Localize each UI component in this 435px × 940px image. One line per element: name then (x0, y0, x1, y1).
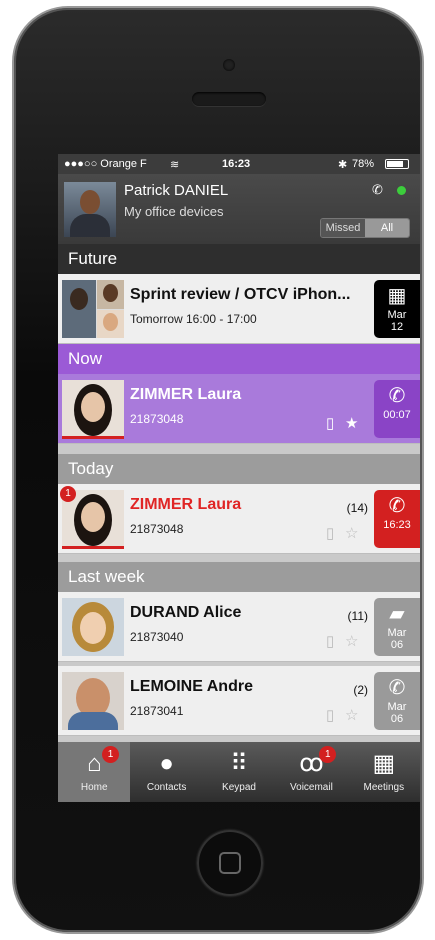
phone-icon: ✆ (388, 385, 406, 407)
contact-number: 21873048 (130, 522, 184, 536)
mobile-icon: ▯ (326, 633, 335, 650)
contact-number: 21873048 (130, 412, 184, 426)
voicemail-icon: ꝏ (299, 750, 324, 777)
filter-toggle: Missed All (320, 218, 410, 238)
contact-name: ZIMMER Laura (130, 386, 242, 403)
call-time: 16:23 (383, 519, 411, 531)
badge-month: Mar (387, 627, 407, 639)
call-history-badge[interactable]: ✆ Mar 06 (374, 672, 420, 730)
phone-status-icon: ✆ (372, 182, 383, 197)
favorite-star-icon[interactable]: ☆ (345, 706, 358, 724)
call-duration: 00:07 (383, 409, 411, 421)
avatar[interactable] (64, 182, 116, 237)
missed-call-row[interactable]: 1 ZIMMER Laura 21873048 (14) ▯ ☆ ✆ 16:23 (58, 484, 420, 554)
favorite-star-icon[interactable]: ☆ (345, 524, 358, 542)
battery-icon (385, 159, 409, 169)
battery-percent: 78% (352, 158, 375, 170)
tab-label: Keypad (222, 782, 256, 793)
favorite-star-icon[interactable]: ★ (345, 414, 358, 432)
contact-name: DURAND Alice (130, 604, 242, 621)
front-camera (223, 59, 235, 71)
section-last-week: Last week (58, 562, 420, 592)
tab-meetings[interactable]: ▦ Meetings (348, 742, 420, 802)
tab-contacts[interactable]: ● Contacts (130, 742, 202, 802)
tab-home[interactable]: ⌂ 1 Home (58, 742, 131, 802)
phone-frame: ●●●○○ Orange F ≋ 16:23 ✱ 78% Patrick DAN… (14, 8, 422, 932)
device-subtitle[interactable]: My office devices (124, 204, 223, 219)
status-stripe (62, 546, 124, 549)
home-button[interactable] (197, 830, 263, 896)
contact-photo (62, 672, 124, 730)
tab-keypad[interactable]: ⠿ Keypad (203, 742, 275, 802)
history-row[interactable]: DURAND Alice 21873040 (11) ▯ ☆ ▰ Mar 06 (58, 592, 420, 662)
calendar-badge[interactable]: ▦ Mar 12 (374, 280, 420, 338)
missed-call-badge[interactable]: ✆ 16:23 (374, 490, 420, 548)
status-bar: ●●●○○ Orange F ≋ 16:23 ✱ 78% (58, 154, 420, 174)
chat-bubble-icon: ▰ (389, 603, 405, 625)
section-today: Today (58, 454, 420, 484)
active-call-row[interactable]: ZIMMER Laura 21873048 ▯ ★ ✆ 00:07 (58, 374, 420, 444)
message-badge[interactable]: ▰ Mar 06 (374, 598, 420, 656)
call-duration-badge[interactable]: ✆ 00:07 (374, 380, 420, 438)
contact-number: 21873040 (130, 630, 184, 644)
wifi-icon: ≋ (170, 159, 180, 171)
section-now: Now (58, 344, 420, 374)
phone-icon: ✆ (388, 495, 406, 517)
call-count: (11) (347, 609, 368, 623)
person-icon: ● (159, 750, 174, 777)
tab-label: Contacts (146, 782, 187, 793)
tab-label: Meetings (363, 782, 405, 793)
bluetooth-icon: ✱ (338, 159, 348, 171)
badge-day: 06 (390, 713, 404, 725)
earpiece-speaker (192, 92, 266, 106)
section-future: Future (58, 244, 420, 274)
user-header: Patrick DANIEL My office devices ✆ Misse… (58, 174, 420, 244)
clock: 16:23 (222, 158, 251, 170)
mobile-icon: ▯ (326, 525, 335, 542)
meeting-participants-thumb (62, 280, 124, 338)
favorite-star-icon[interactable]: ☆ (345, 632, 358, 650)
meeting-row[interactable]: Sprint review / OTCV iPhon... Tomorrow 1… (58, 274, 420, 344)
tab-voicemail[interactable]: ꝏ 1 Voicemail (275, 742, 347, 802)
unread-count-badge: 1 (60, 486, 76, 502)
history-row[interactable]: LEMOINE Andre 21873041 (2) ▯ ☆ ✆ Mar 06 (58, 666, 420, 736)
home-notification-badge: 1 (102, 746, 119, 763)
filter-missed-button[interactable]: Missed (321, 219, 365, 237)
app-screen: ●●●○○ Orange F ≋ 16:23 ✱ 78% Patrick DAN… (58, 154, 420, 802)
calendar-month: Mar (387, 309, 407, 321)
contact-photo (62, 598, 124, 656)
tab-bar: ⌂ 1 Home ● Contacts ⠿ Keypad ꝏ 1 Voicema… (58, 742, 420, 802)
calendar-icon: ▦ (372, 750, 396, 777)
contact-name: ZIMMER Laura (130, 496, 242, 513)
calendar-icon: ▦ (387, 285, 407, 307)
phone-icon: ✆ (388, 677, 406, 699)
keypad-icon: ⠿ (230, 750, 248, 777)
calendar-day: 12 (390, 321, 404, 333)
tab-label: Home (80, 782, 108, 793)
contact-number: 21873041 (130, 704, 184, 718)
call-count: (14) (346, 501, 368, 515)
contact-photo (62, 380, 124, 438)
badge-month: Mar (387, 701, 407, 713)
tab-label: Voicemail (290, 782, 333, 793)
user-name: Patrick DANIEL (124, 182, 229, 199)
status-stripe (62, 436, 124, 439)
mobile-icon: ▯ (326, 415, 335, 432)
home-icon: ⌂ (86, 750, 102, 777)
call-count: (2) (353, 683, 368, 697)
filter-all-button[interactable]: All (365, 219, 409, 237)
meeting-title: Sprint review / OTCV iPhon... (130, 286, 351, 303)
mobile-icon: ▯ (326, 707, 335, 724)
carrier-label: ●●●○○ Orange F (64, 158, 147, 170)
contact-name: LEMOINE Andre (130, 678, 253, 695)
presence-indicator (397, 186, 406, 195)
badge-day: 06 (390, 639, 404, 651)
meeting-time: Tomorrow 16:00 - 17:00 (130, 312, 257, 326)
